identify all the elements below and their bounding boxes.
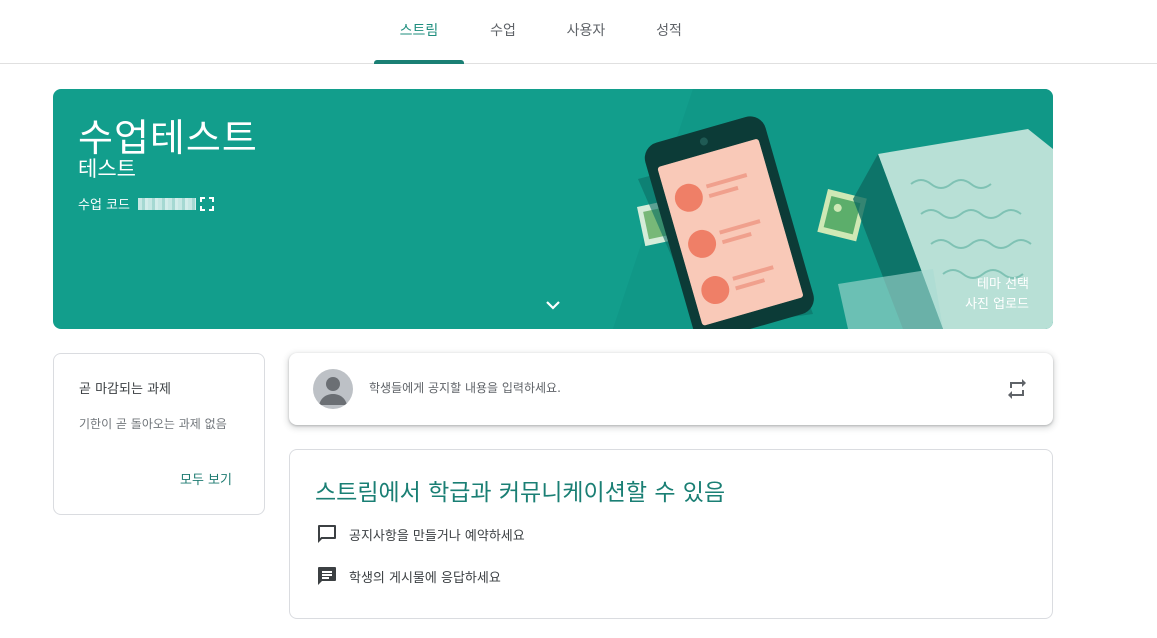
tab-classwork[interactable]: 수업 <box>474 0 532 64</box>
class-banner: 수업테스트 테스트 수업 코드 테마 선택 사진 업로드 <box>53 89 1053 329</box>
feed-icon <box>318 567 336 585</box>
announce-box[interactable]: 학생들에게 공지할 내용을 입력하세요. <box>289 353 1053 425</box>
repost-icon[interactable] <box>1005 377 1029 401</box>
upcoming-title: 곧 마감되는 과제 <box>79 382 171 397</box>
upload-photo-link[interactable]: 사진 업로드 <box>965 293 1029 312</box>
info-row: 학생의 게시물에 응답하세요 <box>315 564 501 588</box>
info-row: 공지사항을 만들거나 예약하세요 <box>315 522 525 546</box>
avatar <box>313 369 353 409</box>
info-row-text: 공지사항을 만들거나 예약하세요 <box>349 528 525 544</box>
class-code-value <box>137 197 196 210</box>
comment-icon <box>318 525 336 543</box>
announce-input[interactable]: 학생들에게 공지할 내용을 입력하세요. <box>369 379 561 396</box>
select-theme-link[interactable]: 테마 선택 <box>977 273 1029 292</box>
upcoming-empty-text: 기한이 곧 돌아오는 과제 없음 <box>79 417 227 431</box>
tab-people[interactable]: 사용자 <box>552 0 620 64</box>
class-section: 테스트 <box>78 157 136 181</box>
top-nav: 스트림 수업 사용자 성적 <box>0 0 1157 64</box>
active-tab-indicator <box>374 60 464 64</box>
info-row-text: 학생의 게시물에 응답하세요 <box>349 570 501 586</box>
class-code-label: 수업 코드 <box>78 198 130 213</box>
class-code: 수업 코드 <box>78 194 214 213</box>
tab-grades[interactable]: 성적 <box>640 0 698 64</box>
chevron-down-icon[interactable] <box>543 295 563 315</box>
upcoming-card: 곧 마감되는 과제 기한이 곧 돌아오는 과제 없음 모두 보기 <box>53 353 265 515</box>
tab-stream[interactable]: 스트림 <box>374 0 464 64</box>
stream-info-title: 스트림에서 학급과 커뮤니케이션할 수 있음 <box>315 480 726 506</box>
fullscreen-icon[interactable] <box>199 196 214 211</box>
stream-info-card: 스트림에서 학급과 커뮤니케이션할 수 있음 공지사항을 만들거나 예약하세요 … <box>289 449 1053 619</box>
view-all-link[interactable]: 모두 보기 <box>180 469 232 488</box>
